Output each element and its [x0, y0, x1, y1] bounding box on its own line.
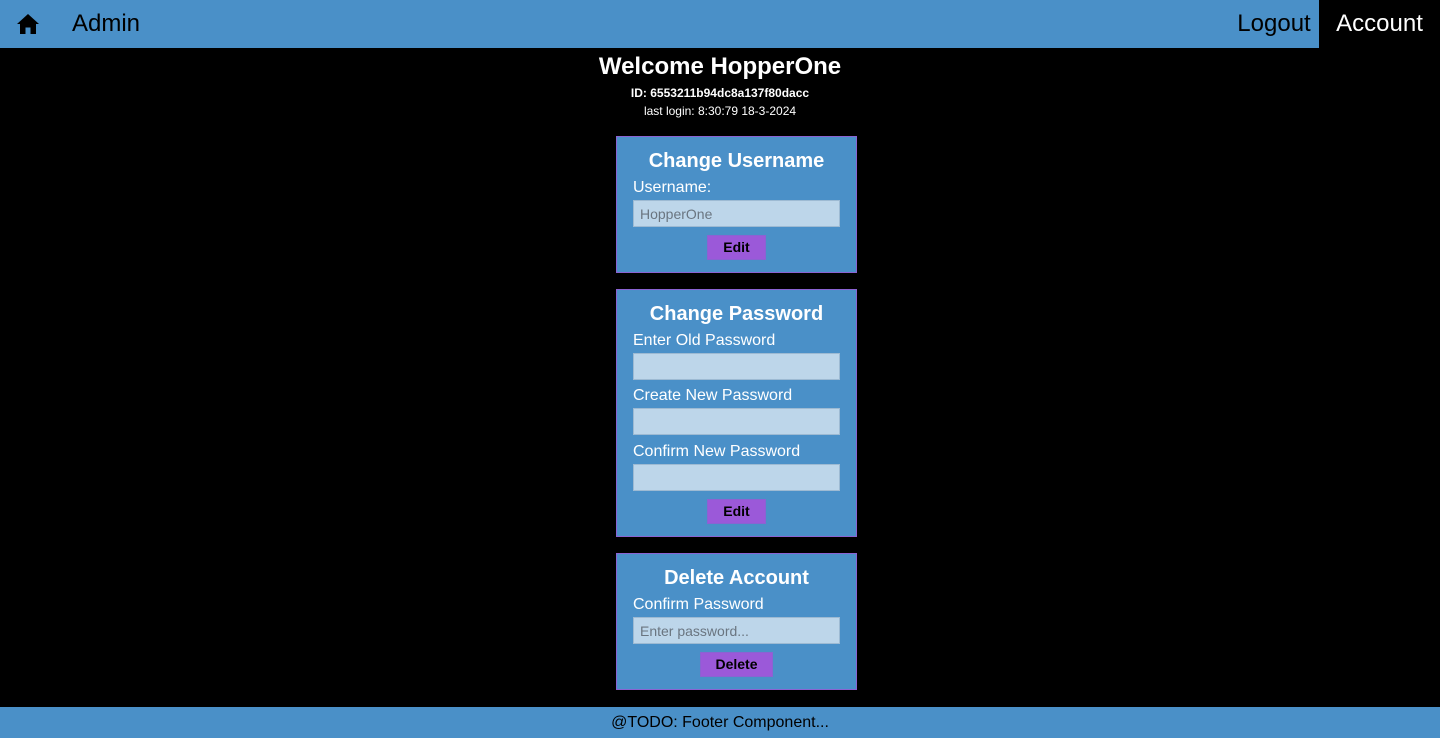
change-username-card: Change Username Username: Edit	[616, 136, 857, 273]
user-id-text: ID: 6553211b94dc8a137f80dacc	[630, 86, 810, 100]
old-password-input[interactable]	[633, 353, 840, 380]
home-button[interactable]	[0, 0, 56, 48]
footer: @TODO: Footer Component...	[0, 707, 1440, 738]
username-label: Username:	[633, 179, 712, 196]
nav-link-logout[interactable]: Logout	[1229, 0, 1319, 48]
confirm-new-password-label: Confirm New Password	[633, 443, 801, 460]
old-password-label: Enter Old Password	[633, 332, 776, 349]
delete-confirm-password-input[interactable]	[633, 617, 840, 644]
username-input[interactable]	[633, 200, 840, 227]
confirm-password-label: Confirm Password	[633, 596, 764, 613]
last-login-text: last login: 8:30:79 18-3-2024	[643, 104, 797, 118]
confirm-new-password-input[interactable]	[633, 464, 840, 491]
delete-account-button[interactable]: Delete	[700, 652, 773, 677]
new-password-input[interactable]	[633, 408, 840, 435]
nav-link-admin[interactable]: Admin	[72, 0, 140, 48]
top-navbar: Admin Logout Account	[0, 0, 1440, 48]
new-password-label: Create New Password	[633, 387, 793, 404]
edit-username-button[interactable]: Edit	[707, 235, 766, 260]
nav-link-account[interactable]: Account	[1319, 0, 1440, 48]
welcome-heading: Welcome HopperOne	[598, 53, 842, 80]
home-icon	[17, 14, 39, 34]
change-username-title: Change Username	[648, 150, 825, 172]
edit-password-button[interactable]: Edit	[707, 499, 766, 524]
delete-account-title: Delete Account	[664, 567, 809, 589]
change-password-title: Change Password	[649, 303, 824, 325]
change-password-card: Change Password Enter Old Password Creat…	[616, 289, 857, 537]
delete-account-card: Delete Account Confirm Password Delete	[616, 553, 857, 690]
